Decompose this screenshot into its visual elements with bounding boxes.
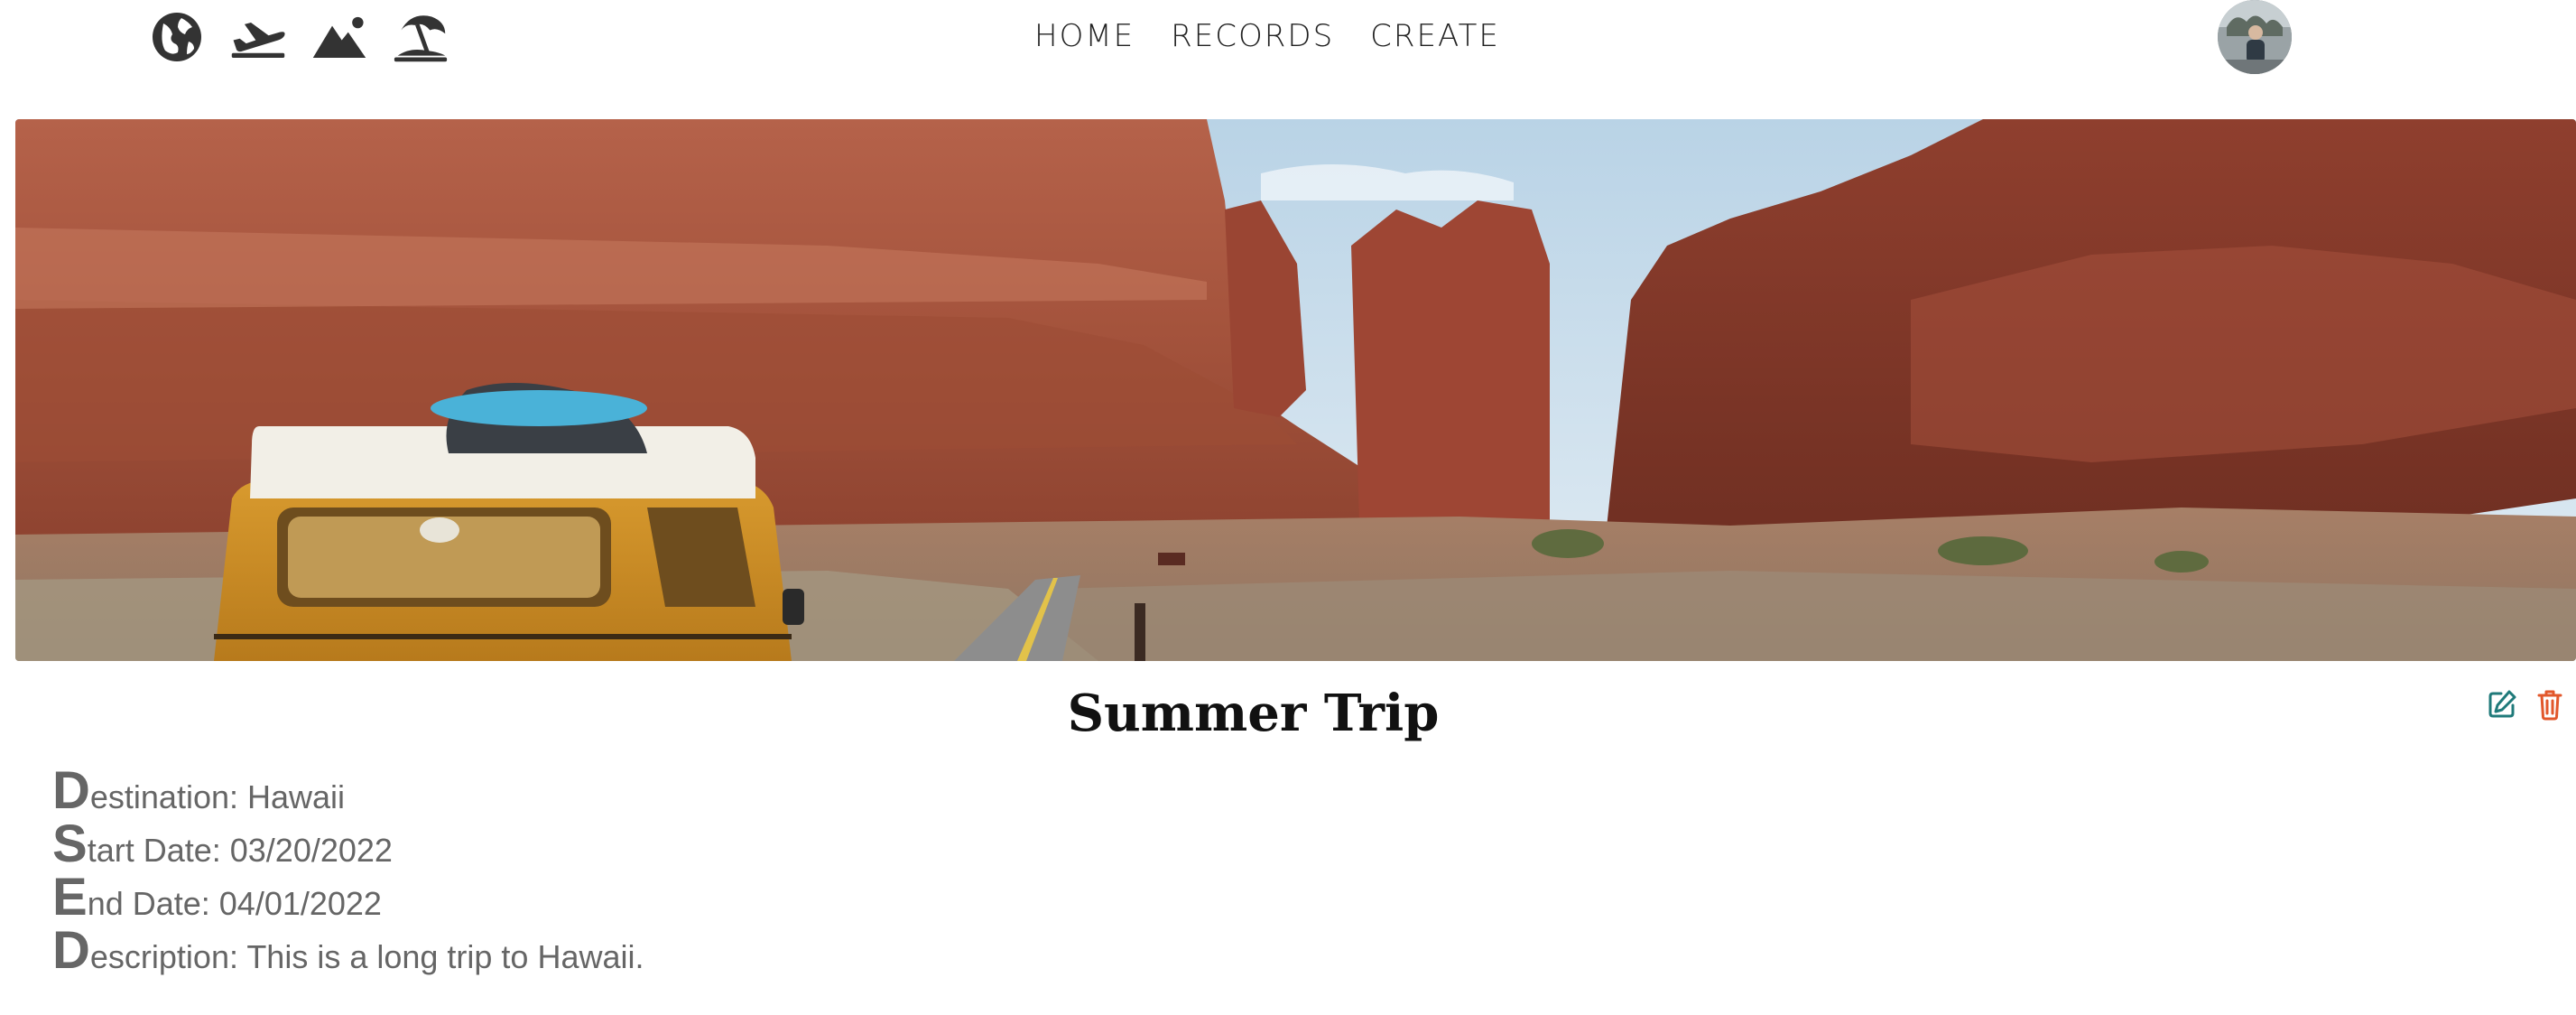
destination-row: D estination: Hawaii <box>52 764 644 817</box>
airplane-departure-icon[interactable] <box>230 7 286 67</box>
edit-icon <box>2488 690 2516 718</box>
trash-icon <box>2537 690 2562 721</box>
description-initial: D <box>52 921 90 980</box>
destination-text: estination: Hawaii <box>89 778 346 815</box>
delete-button[interactable] <box>2532 684 2568 724</box>
mountain-icon[interactable] <box>311 7 367 67</box>
nav-link-create[interactable]: CREATE <box>1370 14 1500 58</box>
page-title: Summer Trip <box>1067 684 1440 743</box>
edit-button[interactable] <box>2484 684 2520 724</box>
end-date-text: nd Date: 04/01/2022 <box>87 885 382 922</box>
description-text: escription: This is a long trip to Hawai… <box>89 938 644 975</box>
beach-umbrella-icon[interactable] <box>393 7 449 67</box>
hero-banner-image <box>15 119 2576 661</box>
destination-initial: D <box>52 761 90 820</box>
start-date-text: tart Date: 03/20/2022 <box>87 832 393 869</box>
globe-icon[interactable] <box>149 7 205 67</box>
main-nav-links: HOME RECORDS CREATE <box>1034 14 1536 58</box>
trip-details: D estination: Hawaii S tart Date: 03/20/… <box>52 764 644 977</box>
start-date-row: S tart Date: 03/20/2022 <box>52 817 644 871</box>
start-date-initial: S <box>52 815 88 873</box>
nav-icon-group <box>149 7 474 67</box>
description-row: D escription: This is a long trip to Haw… <box>52 924 644 977</box>
top-navigation: HOME RECORDS CREATE <box>0 0 2576 74</box>
end-date-row: E nd Date: 04/01/2022 <box>52 871 644 924</box>
end-date-initial: E <box>52 868 88 927</box>
nav-link-records[interactable]: RECORDS <box>1171 14 1334 58</box>
nav-link-home[interactable]: HOME <box>1034 14 1135 58</box>
avatar[interactable] <box>2218 0 2292 74</box>
